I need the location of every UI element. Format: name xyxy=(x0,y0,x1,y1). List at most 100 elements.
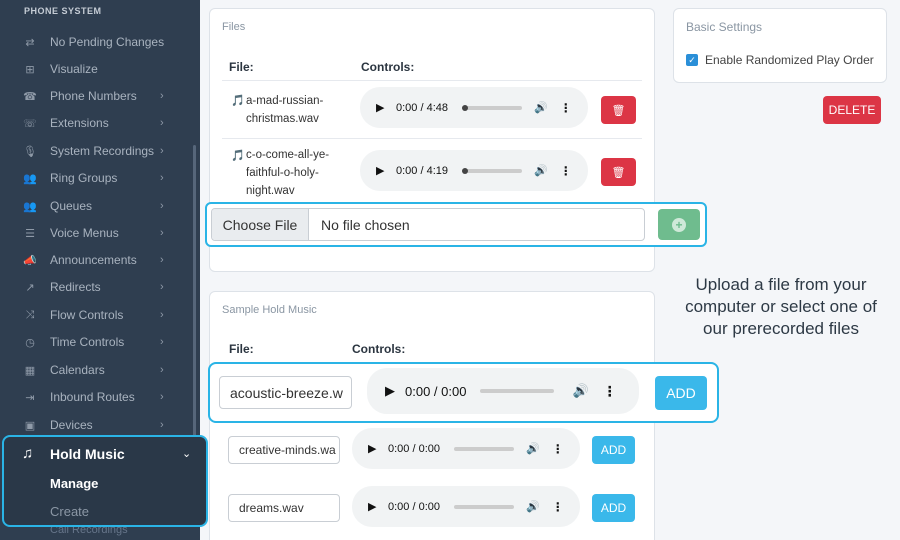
more-options-icon[interactable]: ⋮ xyxy=(552,442,564,456)
redirect-icon: ↗ xyxy=(25,281,35,294)
chevron-right-icon: › xyxy=(160,254,164,266)
sidebar-subitem-manage[interactable]: Manage xyxy=(50,476,98,491)
choose-file-button[interactable]: Choose File xyxy=(212,209,309,240)
sidebar-item-phone-numbers[interactable]: ☎ Phone Numbers › xyxy=(0,84,195,108)
delete-file-button[interactable]: 🗑 xyxy=(601,158,636,186)
add-sample-button[interactable]: ADD xyxy=(592,436,635,464)
file-input-status: No file chosen xyxy=(321,216,410,233)
sidebar-item-redirects[interactable]: ↗ Redirects › xyxy=(0,275,195,299)
sidebar-item-label: System Recordings xyxy=(50,144,155,158)
audio-time: 0:00 / 4:19 xyxy=(396,164,448,177)
clock-icon: ◷ xyxy=(25,336,35,349)
volume-icon[interactable]: 🔊 xyxy=(526,500,540,513)
sidebar-item-label: Voice Menus xyxy=(50,226,119,240)
sidebar-item-inbound-routes[interactable]: ⇥ Inbound Routes › xyxy=(0,385,195,409)
audio-player[interactable]: ▶ 0:00 / 0:00 🔊 ⋮ xyxy=(352,486,580,527)
megaphone-icon: 📣 xyxy=(23,254,37,267)
more-options-icon[interactable]: ⋮ xyxy=(603,383,617,400)
audio-player[interactable]: ▶ 0:00 / 0:00 🔊 ⋮ xyxy=(352,428,580,469)
chevron-right-icon: › xyxy=(160,117,164,129)
audio-seek-bar[interactable] xyxy=(454,446,514,451)
chevron-right-icon: › xyxy=(160,227,164,239)
sidebar-item-label: Flow Controls xyxy=(50,308,124,322)
sidebar-item-label: Announcements xyxy=(50,253,137,267)
sidebar-item-no-pending-changes[interactable]: ⇄ No Pending Changes xyxy=(0,30,195,54)
sidebar-item-system-recordings[interactable]: 🎙 System Recordings › xyxy=(0,139,195,163)
randomized-order-label: Enable Randomized Play Order xyxy=(705,53,874,67)
more-options-icon[interactable]: ⋮ xyxy=(560,101,572,115)
users-icon: 👥 xyxy=(23,172,37,185)
audio-seek-bar[interactable] xyxy=(462,104,522,111)
files-divider xyxy=(222,138,642,139)
files-card-title: Files xyxy=(222,21,246,33)
sidebar-item-label: Ring Groups xyxy=(50,171,118,185)
volume-icon[interactable]: 🔊 xyxy=(526,442,540,455)
phone-extension-icon: ☏ xyxy=(23,117,37,130)
sidebar-item-time-controls[interactable]: ◷ Time Controls › xyxy=(0,330,195,354)
add-sample-button[interactable]: ADD xyxy=(655,376,707,410)
play-icon[interactable]: ▶ xyxy=(368,442,380,455)
files-col-file: File: xyxy=(229,60,254,74)
chevron-right-icon: › xyxy=(160,309,164,321)
sidebar-item-label: Inbound Routes xyxy=(50,390,135,404)
file-input[interactable]: Choose File No file chosen xyxy=(211,208,645,241)
play-icon[interactable]: ▶ xyxy=(376,101,388,114)
file-audio-icon: 🎵 xyxy=(231,95,245,107)
audio-seek-bar[interactable] xyxy=(462,167,522,174)
randomized-order-checkbox[interactable]: ✓ xyxy=(686,54,698,66)
callout-text: Upload a file from your computer or sele… xyxy=(685,275,877,338)
audio-player[interactable]: ▶ 0:00 / 0:00 🔊 ⋮ xyxy=(367,368,639,414)
more-options-icon[interactable]: ⋮ xyxy=(560,164,572,178)
trash-icon: 🗑 xyxy=(611,166,626,179)
file-name: a-mad-russian- christmas.wav xyxy=(246,95,324,125)
sample-col-controls: Controls: xyxy=(352,342,406,356)
sidebar-item-label: Visualize xyxy=(50,62,98,76)
sidebar-item-announcements[interactable]: 📣 Announcements › xyxy=(0,248,195,272)
route-icon: ⇥ xyxy=(25,391,35,404)
sidebar-item-hold-music[interactable]: ♫ Hold Music ⌄ Manage Create xyxy=(2,435,208,527)
sidebar-item-voice-menus[interactable]: ☰ Voice Menus › xyxy=(0,221,195,245)
sidebar-item-flow-controls[interactable]: ⤨ Flow Controls › xyxy=(0,303,195,327)
sidebar-item-devices[interactable]: ▣ Devices › xyxy=(0,413,195,437)
sidebar-header: PHONE SYSTEM xyxy=(24,6,102,16)
sidebar-item-extensions[interactable]: ☏ Extensions › xyxy=(0,111,195,135)
audio-time: 0:00 / 0:00 xyxy=(405,383,467,399)
sidebar-item-label: Calendars xyxy=(50,363,105,377)
sidebar-item-label: Time Controls xyxy=(50,335,125,349)
list-icon: ☰ xyxy=(25,227,35,240)
sidebar-subitem-create[interactable]: Create xyxy=(50,504,89,519)
play-icon[interactable]: ▶ xyxy=(385,383,397,399)
volume-icon[interactable]: 🔊 xyxy=(534,164,548,177)
sidebar-item-label: Redirects xyxy=(50,280,101,294)
sidebar-item-queues[interactable]: 👥 Queues › xyxy=(0,194,195,218)
chevron-right-icon: › xyxy=(160,364,164,376)
trash-icon: 🗑 xyxy=(611,104,626,117)
chevron-right-icon: › xyxy=(160,419,164,431)
sidebar-item-ring-groups[interactable]: 👥 Ring Groups › xyxy=(0,166,195,190)
audio-time: 0:00 / 0:00 xyxy=(388,442,440,455)
microphone-icon: 🎙 xyxy=(23,145,37,158)
audio-seek-bar[interactable] xyxy=(454,504,514,509)
audio-seek-bar[interactable] xyxy=(480,389,555,393)
upload-button[interactable]: + xyxy=(658,209,700,240)
sidebar-item-calendars[interactable]: ▦ Calendars › xyxy=(0,358,195,382)
flow-icon: ⤨ xyxy=(25,308,35,321)
audio-player[interactable]: ▶ 0:00 / 4:48 🔊 ⋮ xyxy=(360,87,588,128)
hold-music-label: Hold Music xyxy=(50,445,125,462)
delete-button[interactable]: DELETE xyxy=(823,96,881,124)
sidebar-item-visualize[interactable]: ⊞ Visualize xyxy=(0,57,195,81)
play-icon[interactable]: ▶ xyxy=(368,500,380,513)
sidebar-item-label: Phone Numbers xyxy=(50,89,137,103)
files-divider xyxy=(222,80,642,81)
audio-player[interactable]: ▶ 0:00 / 4:19 🔊 ⋮ xyxy=(360,150,588,191)
audio-time: 0:00 / 4:48 xyxy=(396,101,448,114)
delete-file-button[interactable]: 🗑 xyxy=(601,96,636,124)
chevron-right-icon: › xyxy=(160,391,164,403)
file-name: c-o-come-all-ye- faithful-o-holy- night.… xyxy=(246,149,330,197)
play-icon[interactable]: ▶ xyxy=(376,164,388,177)
add-sample-button[interactable]: ADD xyxy=(592,494,635,522)
music-note-icon: ♫ xyxy=(22,445,34,462)
more-options-icon[interactable]: ⋮ xyxy=(552,500,564,514)
volume-icon[interactable]: 🔊 xyxy=(572,383,588,399)
volume-icon[interactable]: 🔊 xyxy=(534,101,548,114)
